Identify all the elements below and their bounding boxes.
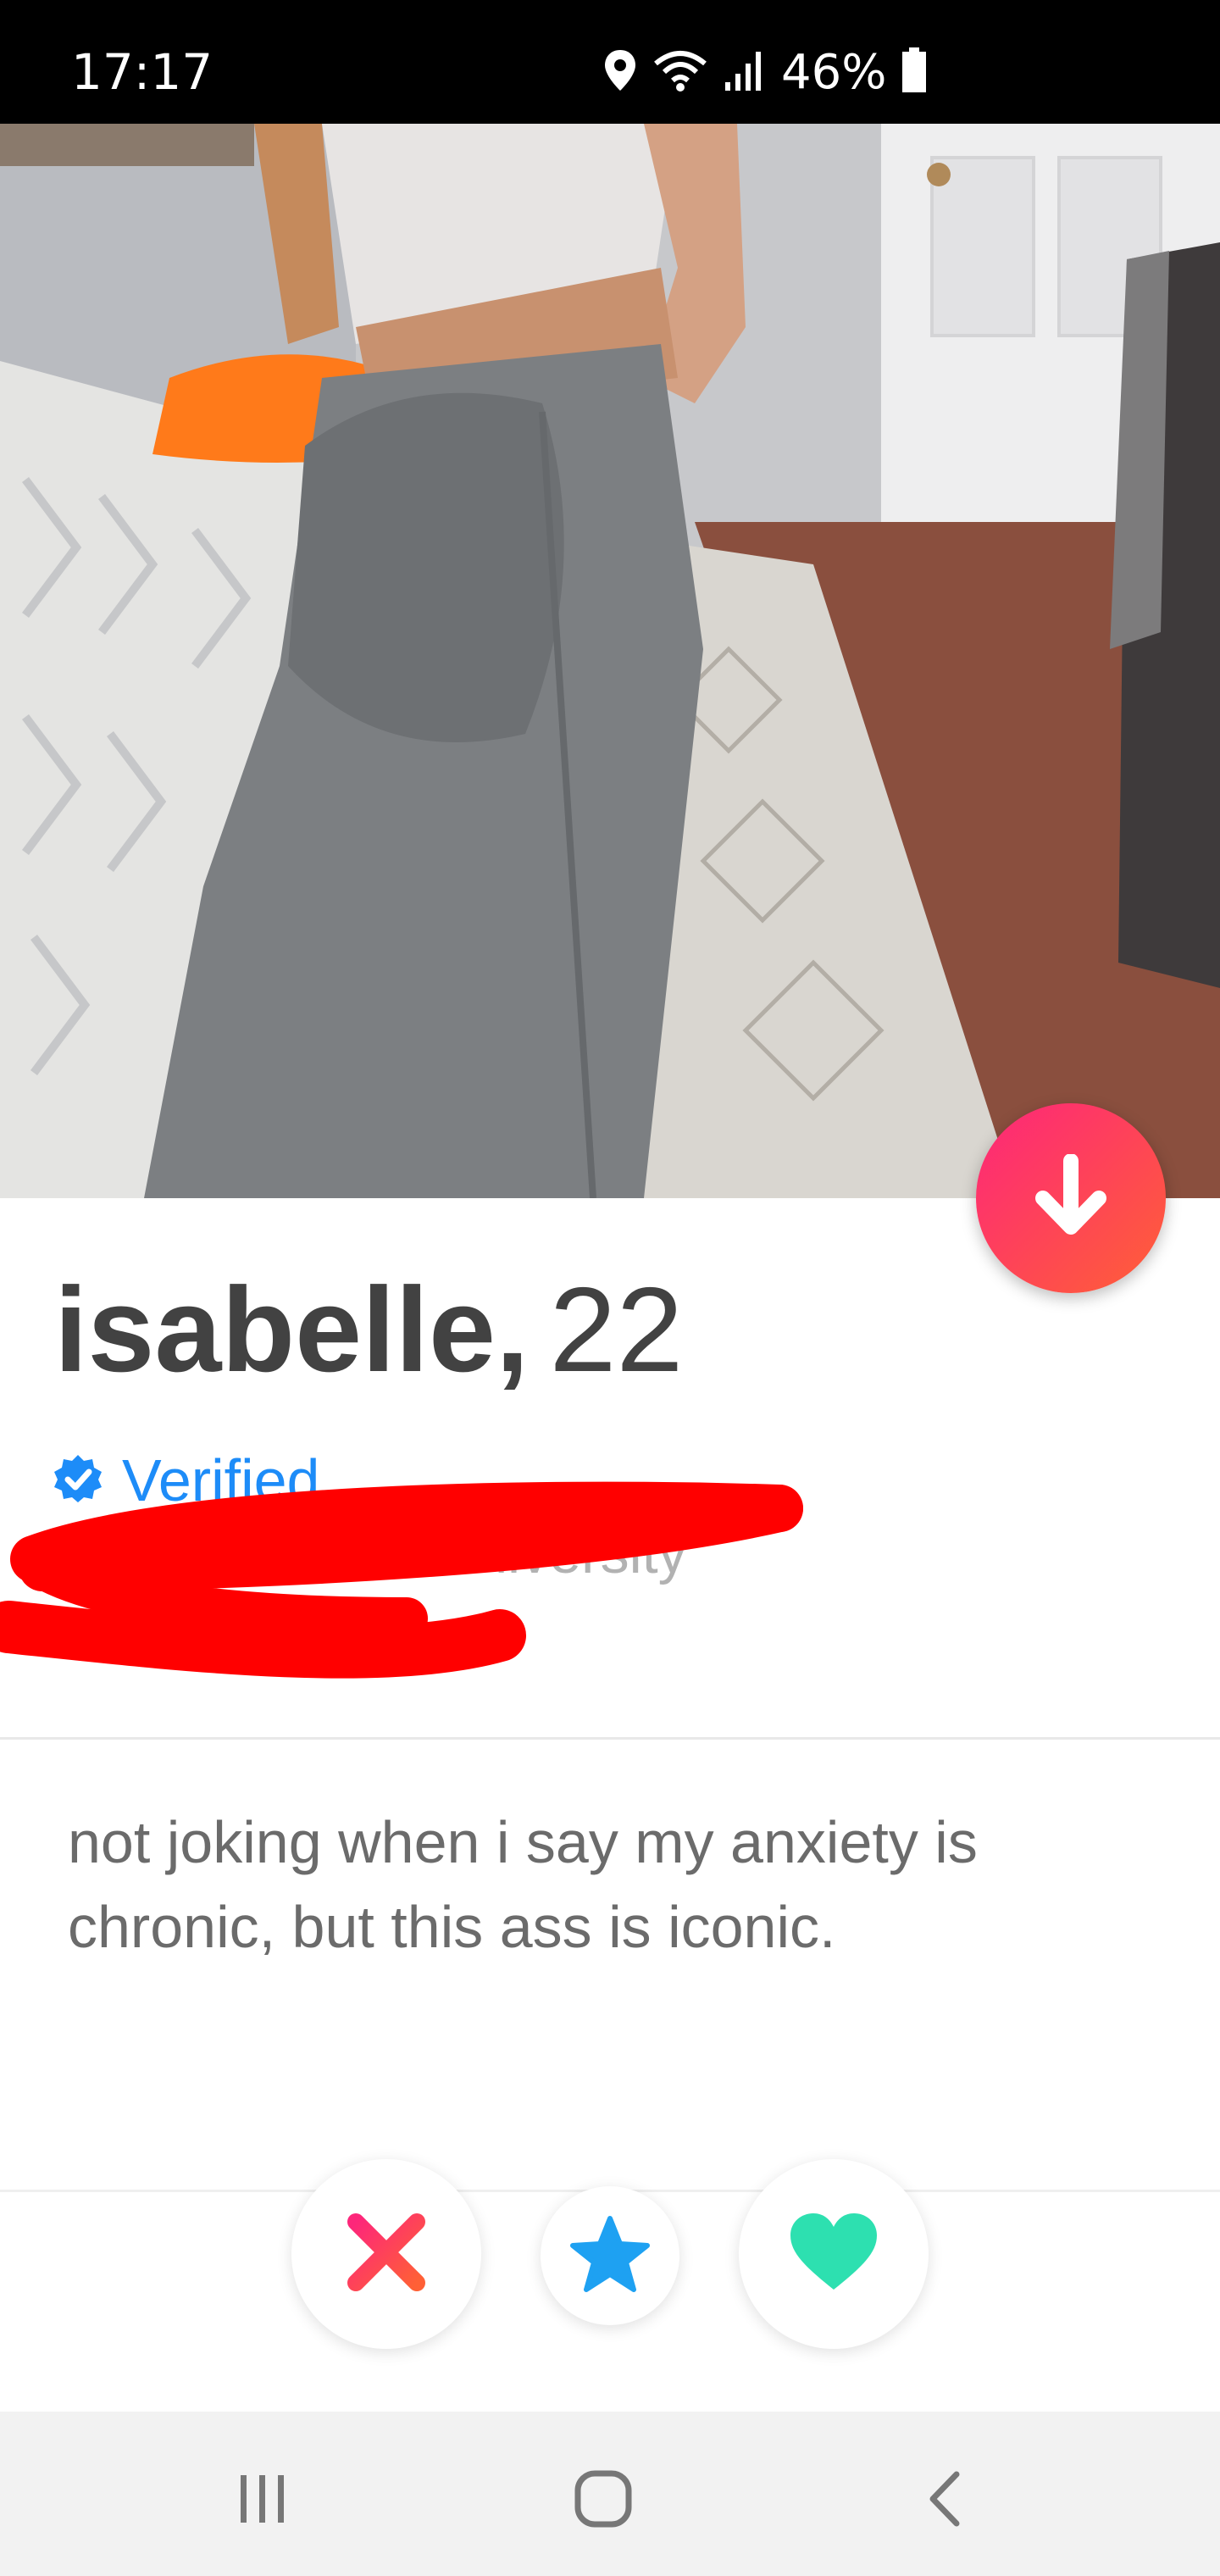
status-icons: 46%	[603, 44, 927, 100]
status-bar: 17:17 46%	[0, 0, 1220, 124]
like-button[interactable]	[739, 2159, 929, 2349]
back-button[interactable]	[893, 2454, 995, 2547]
arrow-down-icon	[1033, 1152, 1109, 1243]
star-icon	[569, 2215, 651, 2297]
section-divider	[0, 1737, 1220, 1740]
profile-name-age: isabelle, 22	[54, 1263, 683, 1398]
system-nav-bar	[0, 2412, 1220, 2576]
battery-icon	[901, 47, 927, 97]
signal-icon	[724, 48, 766, 97]
heart-icon	[787, 2212, 880, 2297]
profile-name: isabelle,	[54, 1263, 530, 1397]
profile-age: 22	[549, 1263, 684, 1397]
nope-button[interactable]	[291, 2159, 481, 2349]
nope-icon	[344, 2210, 429, 2299]
expand-profile-button[interactable]	[976, 1103, 1166, 1293]
back-icon	[923, 2469, 965, 2533]
wifi-icon	[652, 48, 708, 97]
status-time: 17:17	[71, 43, 214, 101]
profile-bio: not joking when i say my anxiety is chro…	[68, 1809, 978, 1960]
home-button[interactable]	[552, 2454, 654, 2547]
redaction-scribble	[0, 1481, 803, 1679]
home-icon	[574, 2469, 633, 2533]
recents-icon	[236, 2473, 290, 2529]
profile-photo[interactable]	[0, 124, 1220, 1198]
location-icon	[603, 48, 637, 97]
recents-button[interactable]	[212, 2454, 313, 2547]
super-like-button[interactable]	[541, 2186, 679, 2325]
battery-percent: 46%	[781, 44, 887, 100]
